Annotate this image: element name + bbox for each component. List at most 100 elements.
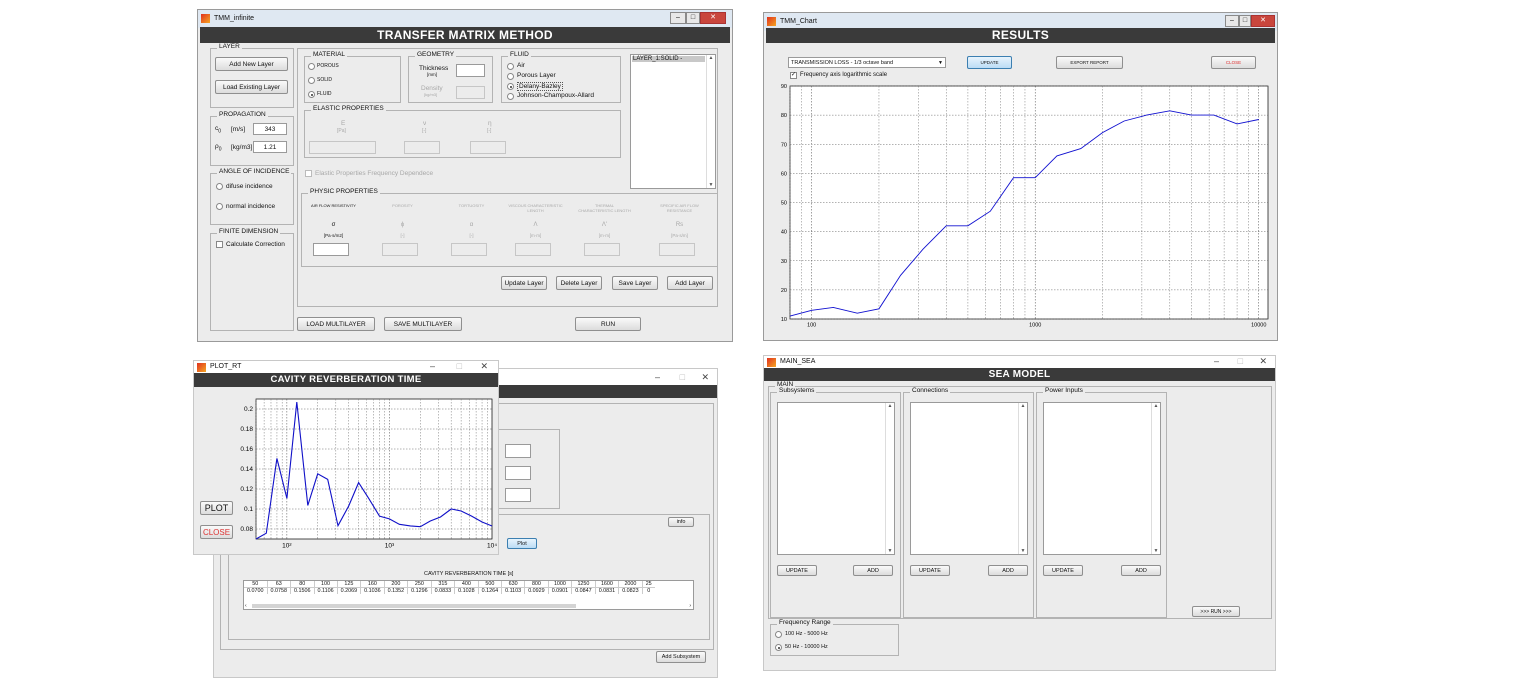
scroll-down-icon[interactable]: ▼ (1152, 548, 1160, 554)
correction-checkbox[interactable] (216, 241, 223, 248)
scroll-up-icon[interactable]: ▲ (707, 55, 715, 61)
c0-field[interactable]: 343 (253, 123, 287, 135)
freq-50-10000-radio[interactable] (775, 644, 782, 651)
normal-radio[interactable] (216, 203, 223, 210)
result-type-dropdown[interactable]: TRANSMISSION LOSS - 1/3 octave band ▼ (788, 57, 946, 68)
save-layer-button[interactable]: Save Layer (612, 276, 658, 290)
plot-small-button[interactable]: Plot (507, 538, 537, 549)
scroll-up-icon[interactable]: ▲ (1019, 403, 1027, 409)
subsystems-add-button[interactable]: ADD (853, 565, 893, 576)
update-button[interactable]: UPDATE (967, 56, 1012, 69)
delany-bazley-radio[interactable] (507, 83, 514, 90)
scroll-left-icon[interactable]: ‹ (245, 603, 247, 609)
maximize-icon[interactable]: □ (1238, 356, 1243, 366)
power-inputs-update-button[interactable]: UPDATE (1043, 565, 1083, 576)
page-title: CAVITY REVERBERATION TIME (194, 373, 498, 387)
porous-radio[interactable] (308, 63, 315, 70)
physic-field[interactable] (451, 243, 487, 256)
subsystems-update-button[interactable]: UPDATE (777, 565, 817, 576)
minimize-icon[interactable]: – (655, 372, 660, 382)
load-multilayer-button[interactable]: LOAD MULTILAYER (297, 317, 375, 331)
layer-list[interactable]: LAYER_1:SOLID - ▲ ▼ (630, 54, 716, 189)
param-field-3[interactable] (505, 488, 531, 502)
physic-field[interactable] (313, 243, 349, 256)
close-icon[interactable]: ✕ (480, 361, 488, 372)
log-scale-checkbox[interactable]: ✓ (790, 72, 797, 79)
layer-list-scrollbar[interactable]: ▲ ▼ (706, 55, 715, 188)
scroll-down-icon[interactable]: ▼ (707, 182, 715, 188)
elastic-e-field[interactable] (309, 141, 376, 154)
close-button[interactable]: CLOSE (200, 525, 233, 539)
physic-field[interactable] (659, 243, 695, 256)
porous-layer-radio[interactable] (507, 73, 514, 80)
scroll-down-icon[interactable]: ▼ (1019, 548, 1027, 554)
panel-label: Connections (910, 387, 951, 394)
y-tick-label: 70 (781, 142, 787, 148)
minimize-icon[interactable]: – (1214, 356, 1219, 366)
rt-table[interactable]: 50 63 80 100 125 160 200 250 315 400 500 630 800 1000… (243, 580, 694, 610)
freq-dep-checkbox[interactable] (305, 170, 312, 177)
physic-field[interactable] (382, 243, 418, 256)
subsystems-list[interactable]: ▲ ▼ (777, 402, 895, 555)
plot-button[interactable]: PLOT (200, 501, 233, 515)
fluid-radio[interactable] (308, 91, 315, 98)
table-row: 0.0700 0.0758 0.1506 0.1106 0.2069 0.1036 0.13… (244, 587, 655, 594)
rt-table-hscroll[interactable] (252, 604, 576, 608)
correction-label: Calculate Correction (226, 241, 285, 248)
connections-scrollbar[interactable]: ▲ ▼ (1018, 403, 1027, 554)
minimize-icon[interactable]: – (430, 361, 435, 371)
close-icon[interactable]: ✕ (701, 372, 709, 383)
connections-list[interactable]: ▲ ▼ (910, 402, 1028, 555)
sea-run-button[interactable]: >>> RUN >>> (1192, 606, 1240, 617)
physic-field[interactable] (584, 243, 620, 256)
info-button[interactable]: info (668, 517, 694, 527)
minimize-icon[interactable]: – (1225, 15, 1239, 27)
power-inputs-add-button[interactable]: ADD (1121, 565, 1161, 576)
layer-list-item[interactable]: LAYER_1:SOLID - (632, 56, 705, 62)
add-layer-button[interactable]: Add Layer (667, 276, 713, 290)
power-inputs-scrollbar[interactable]: ▲ ▼ (1151, 403, 1160, 554)
param-field-2[interactable] (505, 466, 531, 480)
freq-50-10000-label: 50 Hz - 10000 Hz (785, 644, 828, 650)
maximize-icon[interactable]: □ (686, 12, 700, 24)
update-layer-button[interactable]: Update Layer (501, 276, 547, 290)
close-button[interactable]: CLOSE (1211, 56, 1256, 69)
maximize-icon[interactable]: □ (1239, 15, 1251, 27)
maximize-icon[interactable]: □ (680, 372, 685, 382)
scroll-right-icon[interactable]: › (689, 603, 691, 609)
plot-rt-window: PLOT_RT – □ ✕ CAVITY REVERBERATION TIME … (193, 360, 499, 555)
table-cell: 0 (647, 588, 651, 594)
save-multilayer-button[interactable]: SAVE MULTILAYER (384, 317, 462, 331)
elastic-eta-field[interactable] (470, 141, 506, 154)
thickness-field[interactable] (456, 64, 485, 77)
window-controls: – □ ✕ (670, 12, 726, 24)
subsystems-scrollbar[interactable]: ▲ ▼ (885, 403, 894, 554)
jca-radio[interactable] (507, 93, 514, 100)
freq-100-5000-radio[interactable] (775, 631, 782, 638)
scroll-down-icon[interactable]: ▼ (886, 548, 894, 554)
connections-add-button[interactable]: ADD (988, 565, 1028, 576)
add-new-layer-button[interactable]: Add New Layer (215, 57, 288, 71)
add-subsystem-button[interactable]: Add Subsystem (656, 651, 706, 663)
air-radio[interactable] (507, 63, 514, 70)
connections-update-button[interactable]: UPDATE (910, 565, 950, 576)
minimize-icon[interactable]: – (670, 12, 686, 24)
density-field[interactable] (456, 86, 485, 99)
load-existing-layer-button[interactable]: Load Existing Layer (215, 80, 288, 94)
elastic-nu-field[interactable] (404, 141, 440, 154)
close-icon[interactable]: ✕ (1251, 15, 1275, 27)
power-inputs-list[interactable]: ▲ ▼ (1043, 402, 1161, 555)
delete-layer-button[interactable]: Delete Layer (556, 276, 602, 290)
run-button[interactable]: RUN (575, 317, 641, 331)
close-icon[interactable]: ✕ (700, 12, 726, 24)
maximize-icon[interactable]: □ (457, 361, 462, 371)
close-icon[interactable]: ✕ (1259, 356, 1267, 367)
scroll-up-icon[interactable]: ▲ (886, 403, 894, 409)
solid-radio[interactable] (308, 77, 315, 84)
rho0-field[interactable]: 1.21 (253, 141, 287, 153)
diffuse-radio[interactable] (216, 183, 223, 190)
param-field-1[interactable] (505, 444, 531, 458)
export-report-button[interactable]: EXPORT REPORT (1056, 56, 1123, 69)
physic-field[interactable] (515, 243, 551, 256)
scroll-up-icon[interactable]: ▲ (1152, 403, 1160, 409)
